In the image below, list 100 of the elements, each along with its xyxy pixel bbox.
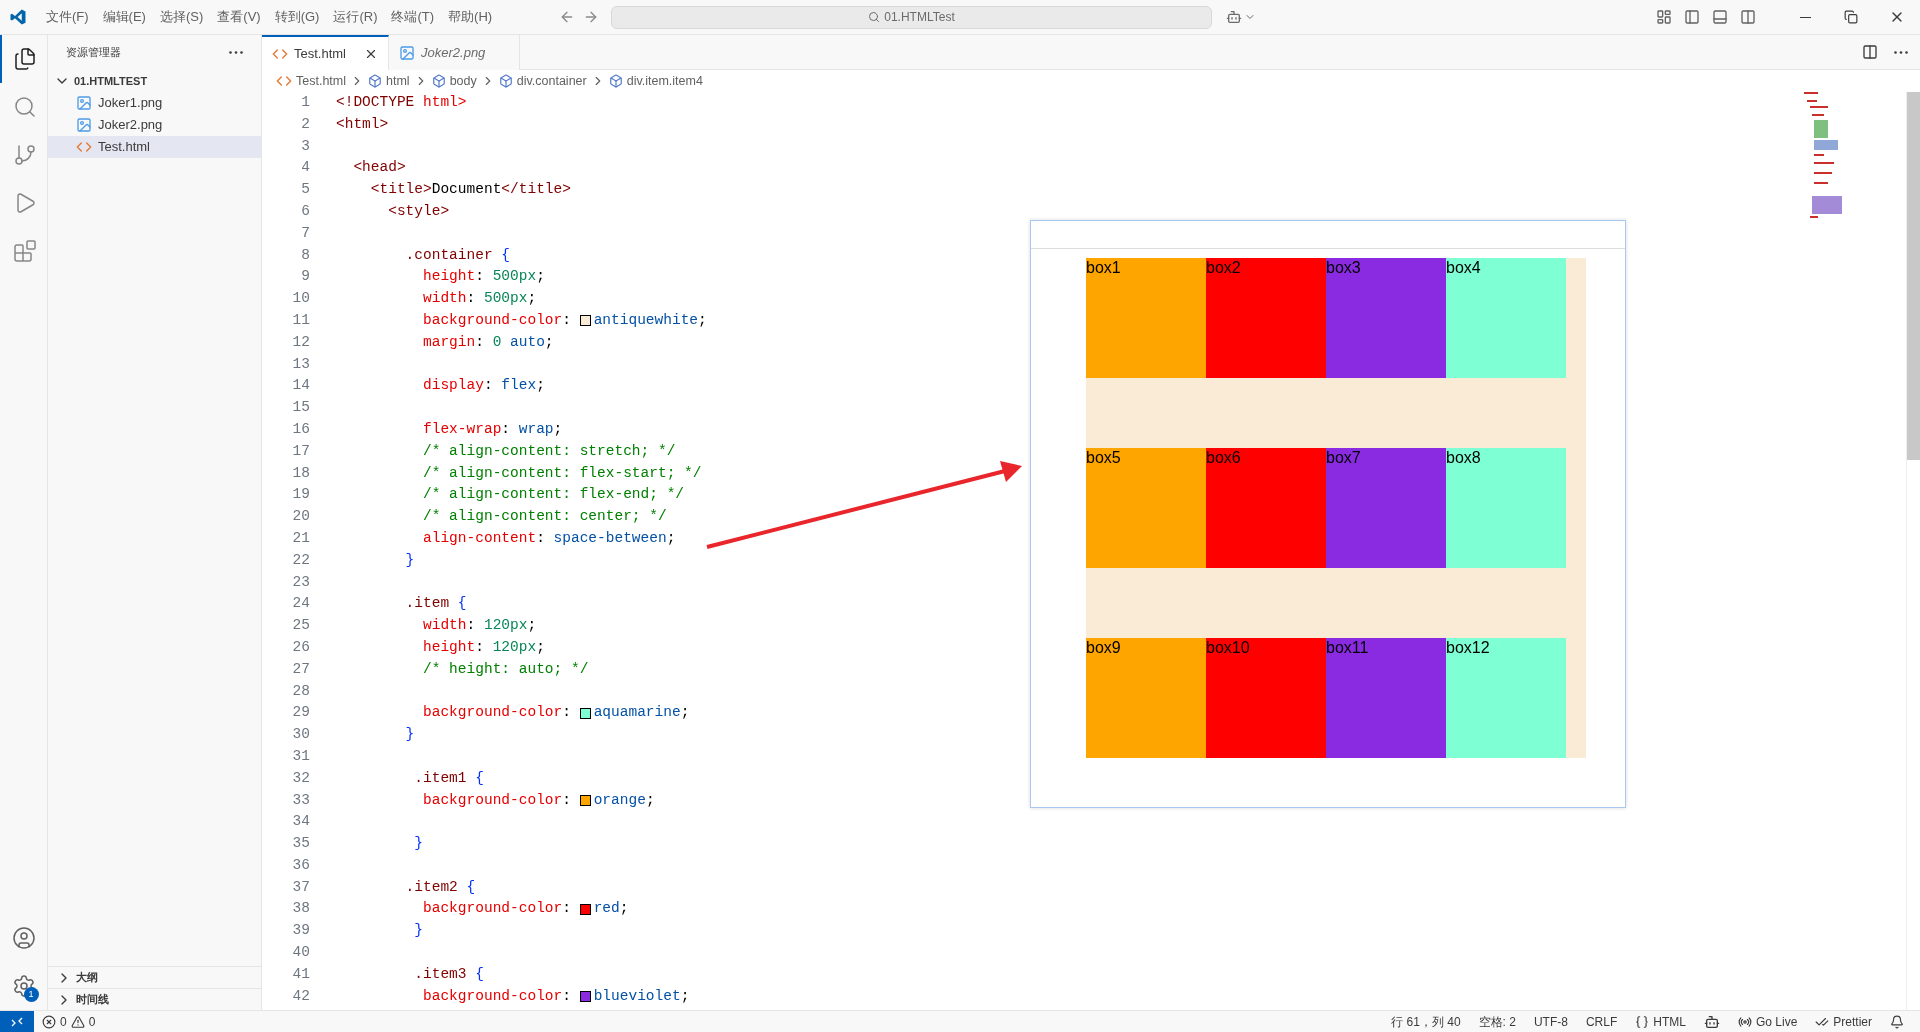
cube-icon [608,74,623,88]
status-item[interactable]: CRLF [1579,1011,1624,1032]
color-swatch[interactable] [579,315,591,327]
line-number: 4 [300,158,310,178]
code-line: } [413,834,423,854]
menu-item[interactable]: 查看(V) [210,0,268,34]
manage-button[interactable]: 1 [0,962,48,1010]
code-line: /* align-content: center; */ [422,507,667,527]
code-line: flex-wrap: wrap; [422,419,563,439]
line-number: 27 [291,659,310,679]
status-item[interactable]: 行 61，列 40 [1385,1011,1467,1032]
notification-badge: 1 [23,987,39,1002]
app-logo [9,8,27,26]
editor-tab[interactable]: Joker2.png [389,35,521,70]
code-line: .item1 { [413,768,484,788]
menu-item[interactable]: 文件(F) [39,0,96,34]
customize-layout-button[interactable] [1656,9,1672,25]
line-number: 12 [291,332,310,352]
line-number: 3 [300,136,310,156]
line-number: 35 [291,834,310,854]
cube-icon [368,74,382,88]
forward-button[interactable] [583,9,599,25]
restore-icon [1844,10,1858,24]
menu-item[interactable]: 转到(G) [267,0,327,34]
line-number: 23 [291,572,310,592]
color-swatch[interactable] [579,991,591,1003]
toggle-panel-button[interactable] [1712,9,1728,25]
color-swatch[interactable] [579,794,591,806]
box-label: box11 [1326,639,1369,656]
line-number: 31 [291,746,310,766]
menu-item[interactable]: 编辑(E) [95,0,153,34]
prettier-button[interactable]: Prettier [1809,1011,1878,1032]
more-actions-button[interactable] [229,51,243,54]
color-swatch[interactable] [579,903,591,915]
line-number: 42 [291,986,310,1006]
toggle-secondary-sidebar-button[interactable] [1740,9,1756,25]
blocks-icon [12,239,37,263]
scrollbar-thumb[interactable] [1907,92,1920,460]
menu-item[interactable]: 运行(R) [326,0,385,34]
box-label: box8 [1446,449,1481,466]
code-line: .container { [404,245,511,265]
line-number: 15 [291,398,310,418]
layout-icon [1656,9,1672,25]
columns-icon [1740,9,1756,25]
box-label: box3 [1326,259,1361,276]
code-line: .item2 { [404,877,476,897]
robot-icon [1226,9,1242,25]
code-line: } [404,550,415,570]
image-icon [399,44,415,61]
image-icon [76,95,92,111]
command-search-field[interactable]: 01.HTMLTest [611,5,1212,29]
breadcrumb-item[interactable]: html [368,71,410,91]
code-icon [276,73,292,89]
breadcrumb-item[interactable]: div.container [498,71,587,91]
code-line: background-color: blueviolet; [422,986,690,1006]
file-item[interactable]: Test.html [48,136,261,158]
file-item[interactable]: Joker1.png [48,92,261,114]
box-label: box2 [1206,259,1241,276]
box-label: box5 [1086,449,1121,466]
line-number: 32 [291,768,310,788]
line-number: 13 [291,354,310,374]
status-item[interactable]: 空格: 2 [1472,1011,1522,1032]
breadcrumb-item[interactable]: body [431,71,477,91]
settings-icon [11,974,36,998]
go-live-button[interactable]: Go Live [1731,1011,1804,1032]
sidebar-section-header[interactable]: 大纲 [48,966,261,988]
code-line: <html> [336,114,389,134]
code-line: <style> [387,202,450,221]
cube-icon [431,74,446,88]
error-icon [42,1014,56,1029]
toggle-sidebar-button[interactable] [1684,9,1700,25]
search-icon [12,95,37,119]
line-number: 8 [300,245,310,265]
back-button[interactable] [559,9,575,25]
language-button[interactable]: HTML [1629,1011,1692,1032]
folder-header[interactable]: 01.HTMLTEST [48,70,261,92]
file-item[interactable]: Joker2.png [48,114,261,136]
line-number: 33 [291,790,310,810]
editor-tab[interactable]: Test.html [262,35,389,70]
menu-item[interactable]: 选择(S) [152,0,211,34]
problems-button[interactable]: 0 0 [34,1011,104,1032]
code-line: background-color: antiquewhite; [422,310,707,330]
code-line: /* align-content: stretch; */ [422,441,676,461]
bell-icon [1890,1014,1904,1029]
color-swatch[interactable] [579,707,591,719]
code-line: background-color: red; [422,899,629,919]
code-line: <!DOCTYPE html> [336,93,467,112]
line-number: 22 [291,550,310,570]
menu-item[interactable]: 终端(T) [384,0,442,34]
code-line: align-content: space-between; [422,528,676,548]
line-number: 16 [291,419,310,439]
line-number: 41 [291,964,310,984]
remote-button[interactable] [0,1011,34,1032]
copilot-menu-button[interactable] [1226,9,1256,25]
line-number: 26 [291,637,310,657]
menu-item[interactable]: 帮助(H) [441,0,500,34]
line-number: 18 [291,463,310,483]
breadcrumb-item[interactable]: div.item.item4 [608,71,703,91]
breadcrumb-item[interactable]: Test.html [276,71,346,91]
status-item[interactable]: UTF-8 [1527,1011,1574,1032]
